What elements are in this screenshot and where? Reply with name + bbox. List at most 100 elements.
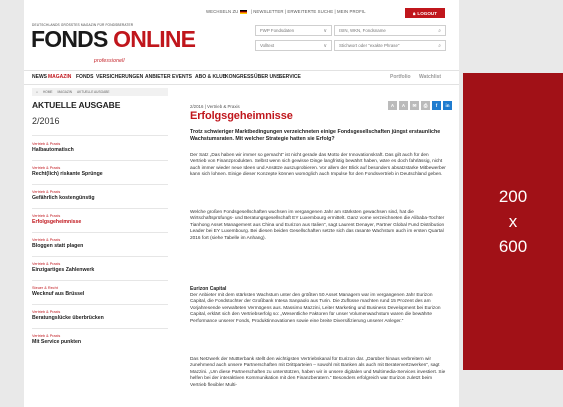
article-title: Erfolgsgeheimnisse xyxy=(190,110,293,122)
logo-online: ONLINE xyxy=(113,26,196,52)
search-icon[interactable]: ⌕ xyxy=(438,43,441,49)
breadcrumb-magazin[interactable]: MAGAZIN xyxy=(58,90,73,94)
article-paragraph: Der Satz „Das haben wir immer so gemacht… xyxy=(190,153,446,178)
divider xyxy=(32,328,168,329)
breadcrumb: ⌂ HOME MAGAZIN AKTUELLE AUSGABE xyxy=(32,88,168,96)
divider xyxy=(32,184,168,185)
issue-year: 2/2016 xyxy=(32,116,60,126)
nav-news[interactable]: NEWS xyxy=(32,74,47,80)
sidebar-item[interactable]: Vertrieb & Praxis Mit Service punkten xyxy=(32,334,168,345)
divider xyxy=(32,280,168,281)
keyword-search-input[interactable]: Stichwort oder "exakte Phrase" ⌕ xyxy=(334,40,446,51)
nav-fonds[interactable]: FONDS xyxy=(76,74,94,80)
fulltext-select[interactable]: Volltext ∨ xyxy=(255,40,332,51)
logout-button[interactable]: 🔒︎ LOGOUT xyxy=(405,8,445,18)
divider xyxy=(32,160,168,161)
fulltext-select-value: Volltext xyxy=(260,43,275,48)
article-paragraph: Welche großen Fondsgesellschaften wuchse… xyxy=(190,210,445,241)
sidebar-item-category: Vertrieb & Praxis xyxy=(32,238,61,242)
article-lead: Trotz schwieriger Marktbedingungen verze… xyxy=(190,129,441,142)
sidebar-item-category: Vertrieb & Praxis xyxy=(32,190,61,194)
sidebar-item-title: Beratungslücke überbrücken xyxy=(32,315,104,321)
fund-search-placeholder: ISIN, WKN, Fondsname xyxy=(339,28,386,33)
sidebar-item-category: Vertrieb & Praxis xyxy=(32,214,61,218)
article-subheading: Eurizon Capital xyxy=(190,286,227,292)
flag-icon[interactable] xyxy=(240,9,248,14)
sidebar-item[interactable]: Vertrieb & Praxis Recht(lich) riskante S… xyxy=(32,166,168,177)
sidebar-item[interactable]: Steuer & Recht Wecknuf aus Brüssel xyxy=(32,286,168,297)
divider xyxy=(32,304,168,305)
sidebar-title: AKTUELLE AUSGABE xyxy=(32,100,121,110)
nav-anbieter[interactable]: ANBIETER xyxy=(145,74,171,80)
my-profile-link[interactable]: MEIN PROFIL xyxy=(337,9,366,14)
font-smaller-icon[interactable]: A xyxy=(388,101,397,110)
logo[interactable]: FONDS ONLINE professionell xyxy=(31,26,196,65)
nav-portfolio[interactable]: Portfolio xyxy=(390,74,411,80)
sidebar-item-title: Erfolgsgeheimnisse xyxy=(32,219,82,225)
sidebar-item[interactable]: Vertrieb & Praxis Einzigartiges Zahlenwe… xyxy=(32,262,168,273)
ad-banner[interactable]: 200 x 600 xyxy=(463,73,563,370)
print-icon[interactable]: ⎙ xyxy=(421,101,430,110)
keyword-search-placeholder: Stichwort oder "exakte Phrase" xyxy=(339,43,400,48)
nav-service[interactable]: SERVICE xyxy=(279,74,301,80)
ad-height: 600 xyxy=(498,237,528,256)
linkedin-icon[interactable]: in xyxy=(443,101,452,110)
chevron-down-icon: ∨ xyxy=(323,42,327,49)
lock-icon: 🔒︎ xyxy=(412,10,416,16)
sidebar-item[interactable]: Vertrieb & Praxis Beratungslücke überbrü… xyxy=(32,310,168,321)
sidebar-item-category: Vertrieb & Praxis xyxy=(32,142,61,146)
sidebar-item-category: Vertrieb & Praxis xyxy=(32,166,61,170)
sidebar-item-category: Vertrieb & Praxis xyxy=(32,262,61,266)
sidebar-item-title: Bloggen statt plagen xyxy=(32,243,84,249)
font-larger-icon[interactable]: A xyxy=(399,101,408,110)
top-bar: WECHSELN ZU | NEWSLETTER | ERWEITERTE SU… xyxy=(24,6,459,18)
page: WECHSELN ZU | NEWSLETTER | ERWEITERTE SU… xyxy=(24,0,459,407)
email-icon[interactable]: ✉ xyxy=(410,101,419,110)
fund-data-select-value: FWP Fondsdaten xyxy=(260,28,295,33)
sidebar-item-category: Steuer & Recht xyxy=(32,286,58,290)
sidebar-item-title: Mit Service punkten xyxy=(32,339,82,345)
sidebar-item-category: Vertrieb & Praxis xyxy=(32,334,61,338)
divider xyxy=(32,256,168,257)
divider xyxy=(32,208,168,209)
logo-fonds: FONDS xyxy=(31,26,108,52)
fund-search-input[interactable]: ISIN, WKN, Fondsname ⌕ xyxy=(334,25,446,36)
newsletter-link[interactable]: NEWSLETTER xyxy=(253,9,283,14)
facebook-icon[interactable]: f xyxy=(432,101,441,110)
sidebar-item-active[interactable]: Vertrieb & Praxis Erfolgsgeheimnisse xyxy=(32,214,168,225)
breadcrumb-home[interactable]: HOME xyxy=(43,90,53,94)
sidebar-item-title: Einzigartiges Zahlenwerk xyxy=(32,267,95,273)
nav-watchlist[interactable]: Watchlist xyxy=(419,74,441,80)
sidebar-item-title: Wecknuf aus Brüssel xyxy=(32,291,85,297)
search-icon[interactable]: ⌕ xyxy=(438,28,441,34)
nav-magazin[interactable]: MAGAZIN xyxy=(48,74,71,80)
sidebar-item[interactable]: Vertrieb & Praxis Gefährlich kostengünst… xyxy=(32,190,168,201)
ad-x: x xyxy=(508,212,518,231)
nav-abo-klub[interactable]: ABO & KLUB xyxy=(195,74,226,80)
advanced-search-link[interactable]: ERWEITERTE SUCHE xyxy=(287,9,333,14)
article-paragraph: Der Anbieter mit dem stärksten Wachstum … xyxy=(190,293,441,324)
divider xyxy=(32,135,168,136)
ad-width: 200 xyxy=(498,187,528,206)
sidebar-item-title: Gefährlich kostengünstig xyxy=(32,195,95,201)
share-toolbar: A A ✉ ⎙ f in xyxy=(388,101,452,110)
fund-data-select[interactable]: FWP Fondsdaten ∨ xyxy=(255,25,332,36)
home-icon[interactable]: ⌂ xyxy=(36,90,38,94)
sidebar-item[interactable]: Vertrieb & Praxis Bloggen statt plagen xyxy=(32,238,168,249)
nav-events[interactable]: EVENTS xyxy=(172,74,192,80)
chevron-down-icon: ∨ xyxy=(323,27,327,34)
divider xyxy=(32,232,168,233)
nav-ueber-uns[interactable]: ÜBER UNS xyxy=(254,74,280,80)
nav-kongress[interactable]: KONGRESS xyxy=(225,74,254,80)
top-links: WECHSELN ZU | NEWSLETTER | ERWEITERTE SU… xyxy=(206,9,366,14)
logout-label: LOGOUT xyxy=(417,10,438,16)
sidebar-item-title: Recht(lich) riskante Sprünge xyxy=(32,171,103,177)
switch-to-label[interactable]: WECHSELN ZU xyxy=(206,9,238,14)
article-paragraph: Das Netzwerk der Muttterbank stellt den … xyxy=(190,357,446,388)
sidebar-item-category: Vertrieb & Praxis xyxy=(32,310,61,314)
sidebar-item-title: Halbautomatisch xyxy=(32,147,74,153)
article-meta: 2/2016 | Vertrieb & Praxis xyxy=(190,104,240,109)
sidebar-item[interactable]: Vertrieb & Praxis Halbautomatisch xyxy=(32,142,168,153)
nav-versicherungen[interactable]: VERSICHERUNGEN xyxy=(96,74,143,80)
breadcrumb-current: AKTUELLE AUSGABE xyxy=(77,90,110,94)
